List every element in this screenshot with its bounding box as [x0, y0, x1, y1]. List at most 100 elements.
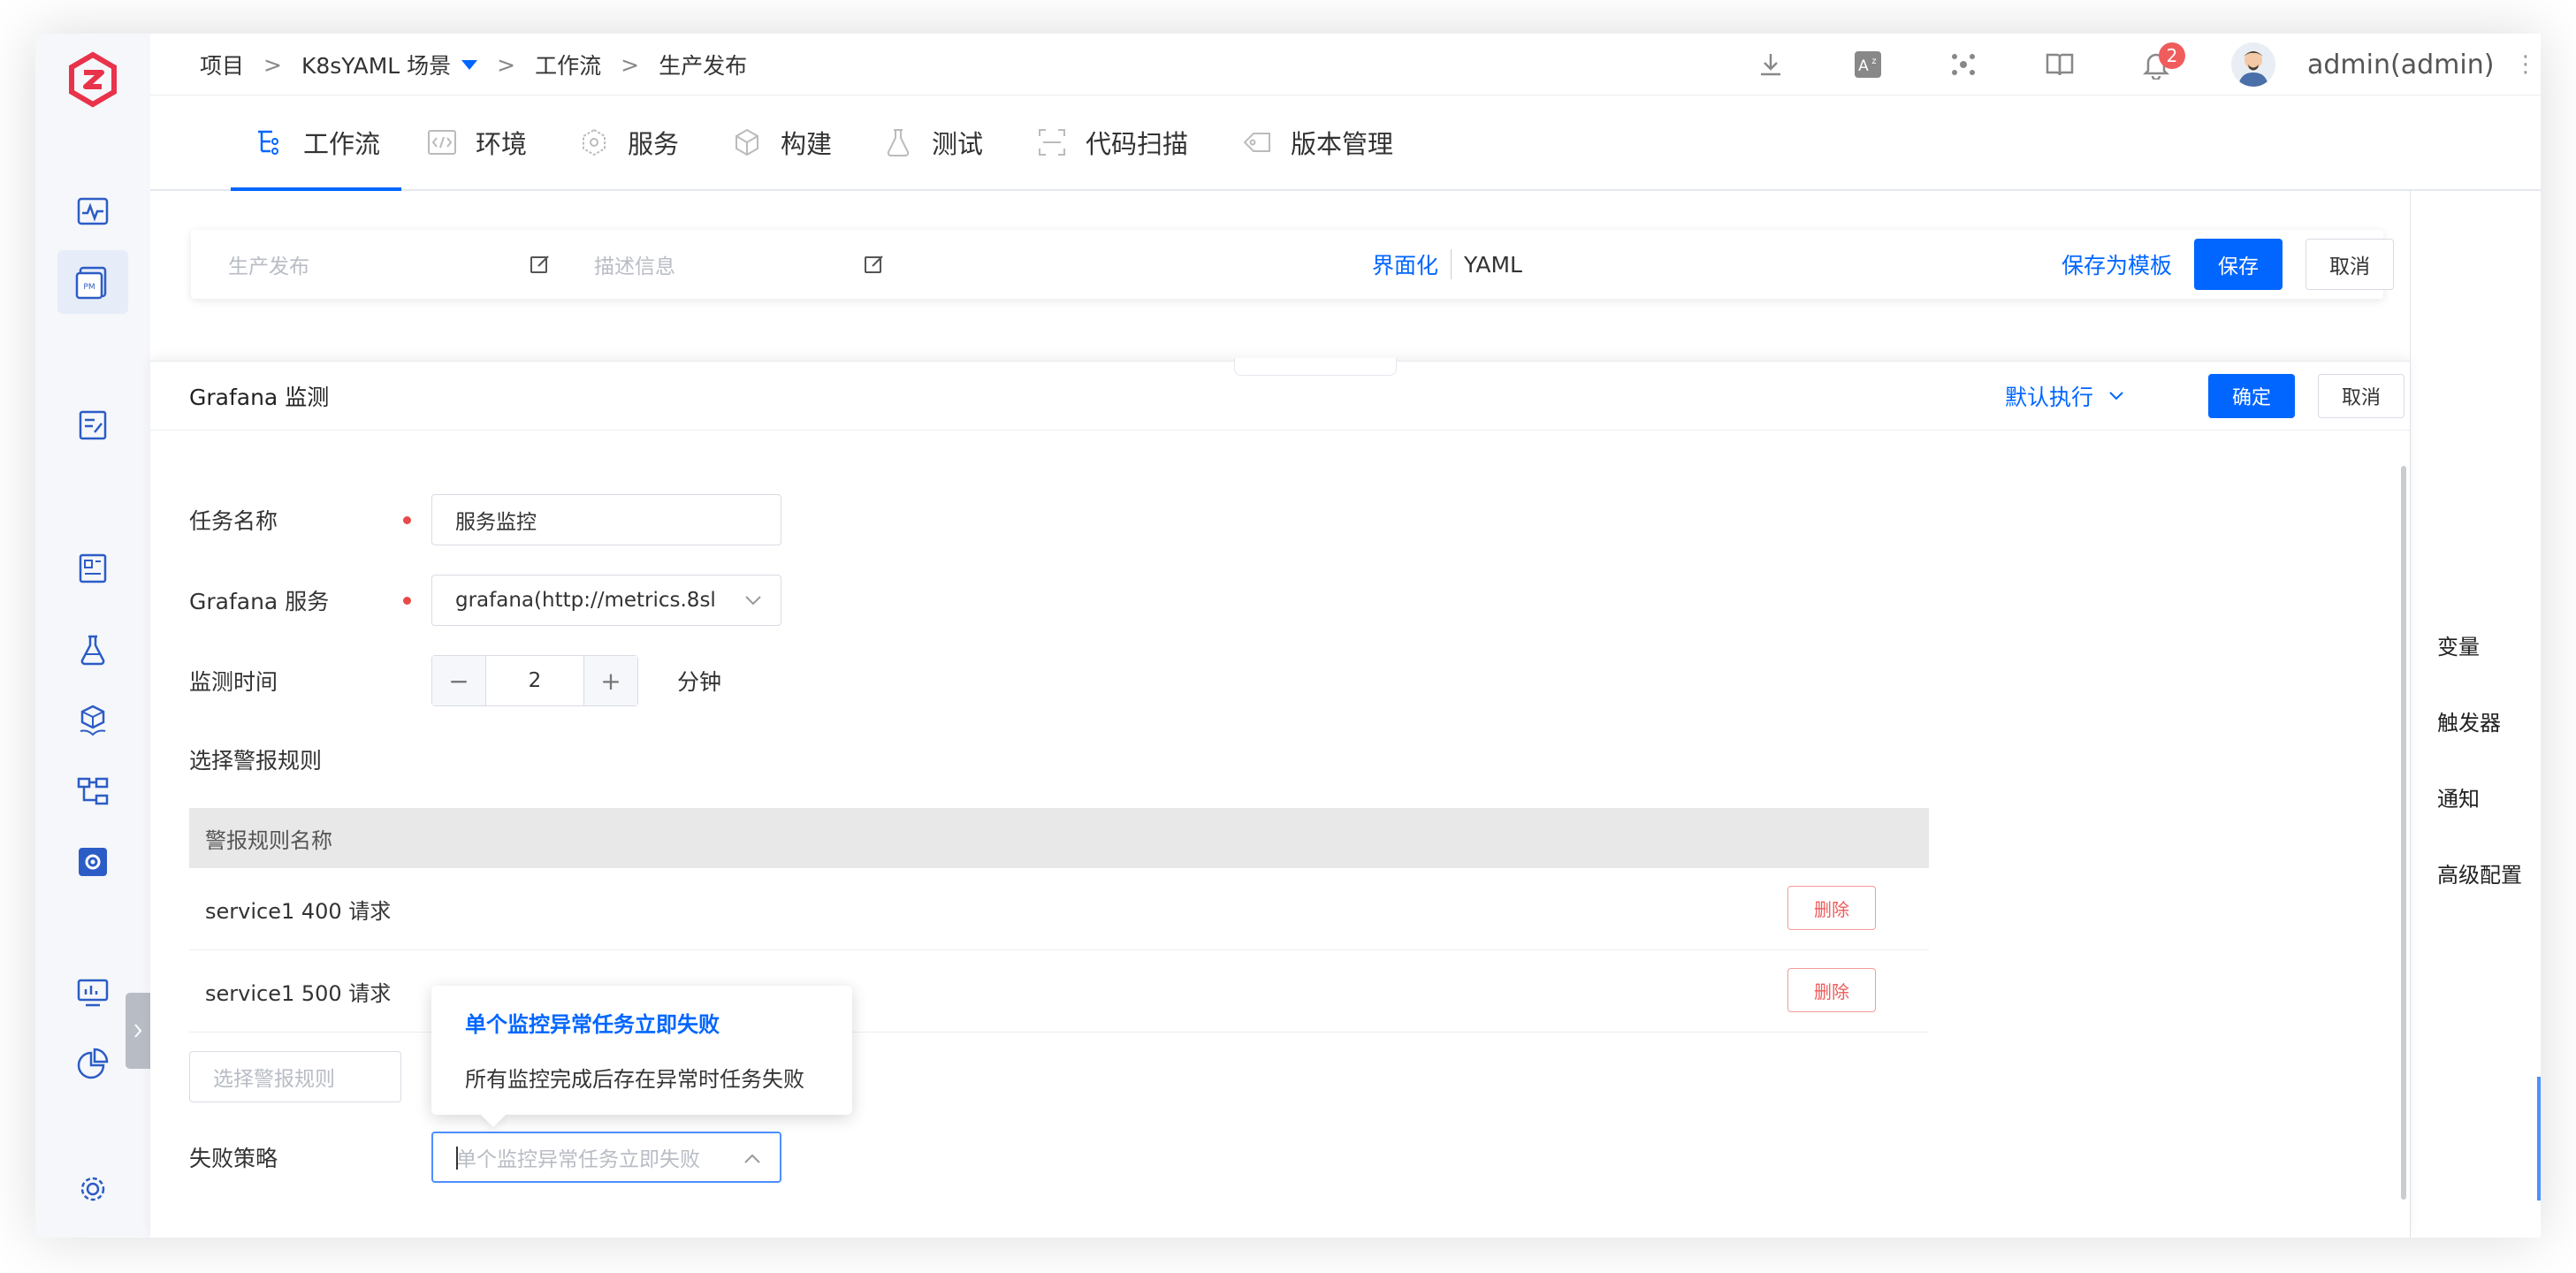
workflow-desc-input[interactable]: 描述信息 [594, 230, 675, 299]
username[interactable]: admin(admin) [2307, 34, 2494, 95]
cluster-icon[interactable] [1947, 48, 1980, 81]
pipeline-icon[interactable] [71, 769, 115, 813]
decrement-button[interactable]: − [432, 656, 485, 705]
pie-chart-icon[interactable] [71, 1041, 115, 1086]
drawer-header: Grafana 监测 默认执行 确定 取消 [150, 362, 2410, 431]
tag-icon [1239, 125, 1275, 160]
logo-icon[interactable] [65, 51, 121, 108]
tab-environment[interactable]: 环境 [424, 95, 527, 189]
module-tabs: 工作流 环境 服务 构建 测试 代码扫描 版本管理 [150, 95, 2541, 191]
drawer-cancel-button[interactable]: 取消 [2318, 374, 2405, 418]
tab-label: 工作流 [303, 129, 381, 159]
mode-visual[interactable]: 界面化 [1372, 248, 1438, 280]
breadcrumb-separator: > [497, 51, 516, 78]
caret-down-icon[interactable] [461, 59, 478, 70]
breadcrumb-separator: > [263, 51, 282, 78]
mode-yaml[interactable]: YAML [1464, 252, 1522, 278]
edge-indicator [2537, 1077, 2541, 1201]
service-icon [576, 125, 612, 160]
task-name-label: 任务名称 [189, 508, 278, 534]
delete-rule-button[interactable]: 删除 [1787, 968, 1876, 1012]
notification-badge: 2 [2159, 42, 2185, 69]
tab-test[interactable]: 测试 [880, 95, 983, 189]
tab-label: 构建 [781, 129, 833, 159]
failure-strategy-label: 失败策略 [189, 1146, 278, 1171]
grafana-service-label: Grafana 服务 [189, 589, 330, 614]
strategy-option-immediate[interactable]: 单个监控异常任务立即失败 [465, 1007, 720, 1038]
workflow-name-input[interactable]: 生产发布 [228, 230, 309, 299]
failure-strategy-select[interactable]: 单个监控异常任务立即失败 [431, 1132, 781, 1183]
breadcrumb-current: 生产发布 [659, 53, 748, 79]
dropdown-arrow [480, 1101, 507, 1128]
failure-strategy-dropdown: 单个监控异常任务立即失败 所有监控完成后存在异常时任务失败 [431, 986, 852, 1128]
delete-rule-button[interactable]: 删除 [1787, 886, 1876, 930]
required-marker [403, 597, 411, 605]
alert-rule-select[interactable]: 选择警报规则 [189, 1051, 401, 1102]
avatar[interactable] [2231, 42, 2275, 87]
config-side-panel: 变量 触发器 通知 高级配置 [2410, 191, 2541, 1238]
drawer-title: Grafana 监测 [189, 385, 330, 410]
cancel-button[interactable]: 取消 [2305, 239, 2394, 290]
dashboard-screen-icon[interactable] [71, 971, 115, 1015]
tab-code-scan[interactable]: 代码扫描 [1034, 95, 1188, 189]
settings-box-icon[interactable] [71, 840, 115, 884]
grafana-service-select[interactable]: grafana(http://metrics.8sl [431, 575, 781, 626]
alert-rules-section-title: 选择警报规则 [189, 748, 323, 774]
monitor-time-value[interactable]: 2 [485, 656, 584, 705]
panel-advanced[interactable]: 高级配置 [2437, 858, 2522, 888]
breadcrumb-scene[interactable]: K8sYAML 场景 [301, 49, 451, 80]
code-icon [424, 125, 460, 160]
breadcrumb-separator: > [621, 51, 640, 78]
tab-label: 测试 [932, 129, 984, 159]
document-edit-icon[interactable] [71, 403, 115, 447]
breadcrumb-workflow[interactable]: 工作流 [535, 49, 601, 80]
task-name-input[interactable]: 服务监控 [431, 494, 781, 545]
strategy-option-after-all[interactable]: 所有监控完成后存在异常时任务失败 [465, 1062, 804, 1093]
gear-icon[interactable] [71, 1167, 115, 1211]
svg-text:PM: PM [83, 283, 95, 292]
workflow-editor-header: 生产发布 描述信息 界面化 YAML 保存为模板 保存 取消 [191, 230, 2394, 299]
topbar-actions: Az 2 admin(admin) ⋮ [1612, 34, 2541, 95]
panel-variables[interactable]: 变量 [2437, 629, 2480, 660]
app-window: PM 项目 > K8sYAML 场景 > 工作流 > 生产发布 A z 2 ad… [35, 34, 2541, 1238]
package-hand-icon[interactable] [71, 698, 115, 743]
monitor-time-unit: 分钟 [677, 669, 722, 695]
failure-strategy-placeholder: 单个监控异常任务立即失败 [456, 1148, 700, 1171]
sidebar: PM [35, 34, 150, 1238]
exec-mode-select[interactable]: 默认执行 [2005, 362, 2125, 431]
notification-bell-icon[interactable]: 2 [2139, 42, 2185, 81]
book-icon[interactable] [2043, 48, 2077, 81]
edit-icon[interactable] [529, 253, 552, 276]
svg-text:A: A [1858, 57, 1869, 75]
chevron-right-icon [134, 1024, 142, 1038]
translate-icon[interactable]: Az [1851, 48, 1885, 81]
edit-icon[interactable] [863, 253, 886, 276]
rule-name: service1 400 请求 [205, 898, 392, 924]
drawer-scrollbar[interactable] [2401, 466, 2406, 1200]
cube-icon [729, 125, 765, 160]
chevron-down-icon [745, 596, 761, 606]
workflow-icon [252, 125, 287, 160]
confirm-button[interactable]: 确定 [2208, 374, 2295, 418]
project-pm-icon[interactable]: PM [57, 250, 128, 314]
sidebar-collapse-toggle[interactable] [126, 993, 150, 1069]
flask-icon[interactable] [71, 628, 115, 672]
panel-notifications[interactable]: 通知 [2437, 781, 2480, 812]
tab-version[interactable]: 版本管理 [1239, 95, 1393, 189]
tab-label: 代码扫描 [1086, 129, 1189, 159]
report-icon[interactable] [71, 546, 115, 591]
more-menu-icon[interactable]: ⋮ [2514, 34, 2537, 95]
download-icon[interactable] [1754, 48, 1787, 81]
panel-triggers[interactable]: 触发器 [2437, 705, 2501, 736]
monitor-pulse-icon[interactable] [71, 189, 115, 233]
monitor-time-stepper: − 2 + [431, 655, 638, 706]
breadcrumb-project[interactable]: 项目 [200, 49, 244, 80]
mode-divider [1451, 249, 1452, 279]
save-as-template-button[interactable]: 保存为模板 [2062, 230, 2172, 299]
save-button[interactable]: 保存 [2194, 239, 2283, 290]
tab-build[interactable]: 构建 [729, 95, 832, 189]
tab-service[interactable]: 服务 [576, 95, 679, 189]
increment-button[interactable]: + [584, 656, 637, 705]
tab-workflow[interactable]: 工作流 [230, 95, 402, 191]
tab-label: 环境 [476, 129, 528, 159]
